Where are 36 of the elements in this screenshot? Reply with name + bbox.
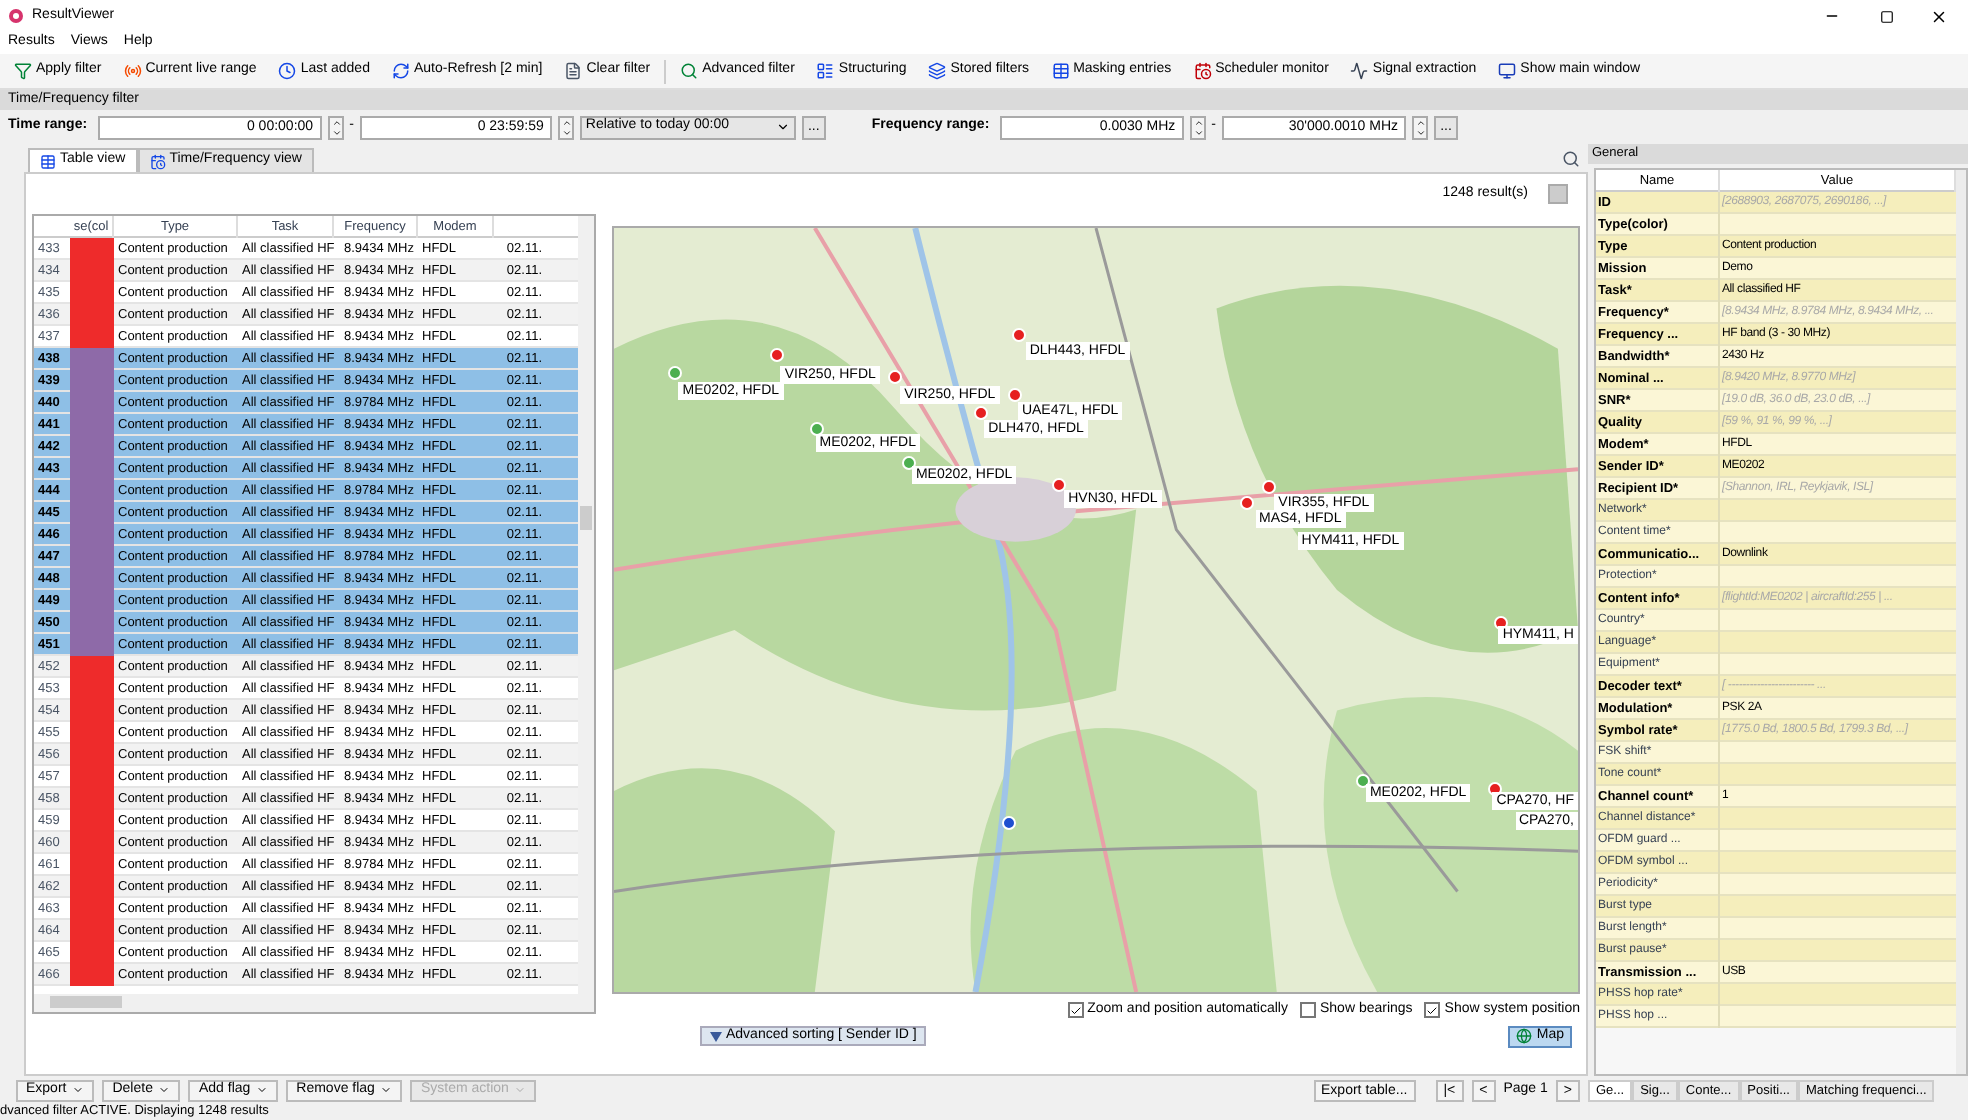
checkbox[interactable] <box>1067 1002 1084 1018</box>
maximize-icon[interactable] <box>1880 9 1894 23</box>
caret-icon <box>380 1084 393 1096</box>
refresh-icon <box>391 62 410 80</box>
caret-icon <box>158 1084 171 1096</box>
waveform-icon <box>1350 62 1369 80</box>
spin-buttons[interactable] <box>1189 115 1206 139</box>
caret-icon <box>514 1084 527 1096</box>
app-logo-icon <box>8 8 24 24</box>
search-icon[interactable] <box>1562 150 1580 168</box>
globe-icon <box>1516 1028 1533 1044</box>
horizontal-scrollbar[interactable] <box>34 994 594 1012</box>
view-toggle-button[interactable] <box>1548 184 1568 204</box>
search-icon <box>680 62 699 80</box>
document-icon <box>564 62 583 80</box>
spin-buttons[interactable] <box>1412 115 1428 139</box>
checkbox[interactable] <box>1299 1002 1316 1018</box>
triangle-icon <box>710 1031 722 1041</box>
vertical-scrollbar[interactable] <box>1956 170 1966 1074</box>
layers-icon <box>928 62 947 80</box>
close-icon[interactable] <box>1930 7 1948 25</box>
calendar-icon <box>1193 62 1212 80</box>
caret-icon <box>72 1084 85 1096</box>
vertical-scrollbar[interactable] <box>578 216 594 994</box>
radio-icon <box>123 62 142 80</box>
caret-icon <box>256 1084 269 1096</box>
spin-buttons[interactable] <box>327 115 344 139</box>
funnel-icon <box>14 62 32 80</box>
spin-buttons[interactable] <box>557 115 574 139</box>
table-icon <box>40 153 56 169</box>
table-icon <box>1051 62 1070 80</box>
monitor-icon <box>1498 62 1517 80</box>
caret-icon <box>775 120 790 134</box>
checkbox[interactable] <box>1424 1002 1441 1018</box>
list-icon <box>816 62 835 80</box>
clock-icon <box>278 62 297 80</box>
